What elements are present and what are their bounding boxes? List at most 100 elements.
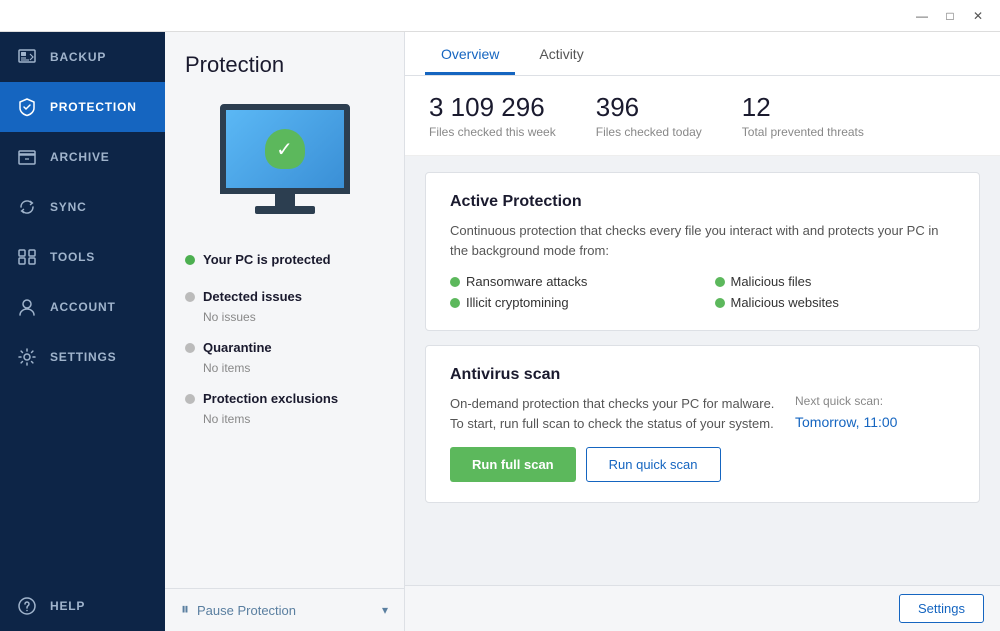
feature-label-cryptomining: Illicit cryptomining [466, 295, 569, 310]
exclusions-label: Protection exclusions [203, 391, 338, 406]
exclusions-group: Protection exclusions No items [185, 385, 384, 430]
help-icon [16, 595, 38, 617]
feature-malicious-files: Malicious files [715, 274, 956, 289]
tab-activity[interactable]: Activity [523, 32, 599, 75]
status-dot-detected [185, 292, 195, 302]
sidebar-item-label-tools: TOOLS [50, 250, 95, 264]
stat-value-files-today: 396 [596, 92, 702, 123]
right-content: Overview Activity 3 109 296 Files checke… [405, 32, 1000, 631]
sidebar-item-help[interactable]: HELP [0, 581, 165, 631]
sidebar-item-label-backup: BACKUP [50, 50, 106, 64]
stats-bar: 3 109 296 Files checked this week 396 Fi… [405, 76, 1000, 156]
stat-prevented: 12 Total prevented threats [742, 92, 864, 139]
page-title: Protection [185, 52, 384, 78]
stat-value-prevented: 12 [742, 92, 864, 123]
sidebar-item-settings[interactable]: SETTINGS [0, 332, 165, 382]
feature-malicious-websites: Malicious websites [715, 295, 956, 310]
feature-label-malicious-websites: Malicious websites [731, 295, 839, 310]
settings-button[interactable]: Settings [899, 594, 984, 623]
sidebar-item-label-archive: ARCHIVE [50, 150, 110, 164]
issues-group: Detected issues No issues [185, 283, 384, 328]
monitor-graphic: ✓ [220, 104, 350, 214]
active-protection-card: Active Protection Continuous protection … [425, 172, 980, 331]
status-item-quarantine: Quarantine [185, 334, 384, 361]
sidebar-item-sync[interactable]: SYNC [0, 182, 165, 232]
cards-container: Active Protection Continuous protection … [405, 156, 1000, 519]
sidebar-item-archive[interactable]: ARCHIVE [0, 132, 165, 182]
buttons-row: Run full scan Run quick scan [450, 447, 775, 482]
monitor-neck [275, 194, 295, 206]
sidebar-item-backup[interactable]: BACKUP [0, 32, 165, 82]
sidebar-item-tools[interactable]: TOOLS [0, 232, 165, 282]
detected-label: Detected issues [203, 289, 302, 304]
status-item-main: Your PC is protected [185, 246, 384, 273]
exclusions-sublabel: No items [185, 412, 384, 430]
sidebar-item-label-sync: SYNC [50, 200, 87, 214]
feature-dot-malicious-files [715, 277, 725, 287]
monitor-screen: ✓ [220, 104, 350, 194]
sidebar-item-label-help: HELP [50, 599, 85, 613]
archive-icon [16, 146, 38, 168]
pause-label: Pause Protection [197, 603, 374, 618]
status-item-detected: Detected issues [185, 283, 384, 310]
next-scan-label: Next quick scan: [795, 394, 883, 408]
stat-files-today: 396 Files checked today [596, 92, 702, 139]
status-dot-exclusions [185, 394, 195, 404]
status-label-main: Your PC is protected [203, 252, 331, 267]
run-full-scan-button[interactable]: Run full scan [450, 447, 576, 482]
settings-bar: Settings [405, 585, 1000, 631]
status-dot-green [185, 255, 195, 265]
active-protection-desc: Continuous protection that checks every … [450, 221, 955, 260]
stat-files-week: 3 109 296 Files checked this week [429, 92, 556, 139]
stat-desc-files-week: Files checked this week [429, 125, 556, 139]
pause-icon: ⏸ [181, 601, 189, 619]
shield-icon: ✓ [265, 129, 305, 169]
backup-icon [16, 46, 38, 68]
antivirus-scan-desc: On-demand protection that checks your PC… [450, 394, 775, 433]
sidebar-item-label-account: ACCOUNT [50, 300, 116, 314]
stat-value-files-week: 3 109 296 [429, 92, 556, 123]
settings-icon [16, 346, 38, 368]
content-area: Protection ✓ Your PC [165, 32, 1000, 631]
feature-label-ransomware: Ransomware attacks [466, 274, 587, 289]
tools-icon [16, 246, 38, 268]
sidebar-bottom: HELP [0, 581, 165, 631]
antivirus-left: On-demand protection that checks your PC… [450, 394, 775, 482]
pause-bar[interactable]: ⏸ Pause Protection ▾ [165, 588, 404, 631]
maximize-button[interactable]: □ [936, 2, 964, 30]
sidebar: BACKUP PROTECTION ARCHIVE [0, 32, 165, 631]
monitor-base [255, 206, 315, 214]
feature-dot-ransomware [450, 277, 460, 287]
sidebar-item-account[interactable]: ACCOUNT [0, 282, 165, 332]
feature-ransomware: Ransomware attacks [450, 274, 691, 289]
main-panel: Protection ✓ Your PC [165, 32, 1000, 631]
sync-icon [16, 196, 38, 218]
status-item-exclusions: Protection exclusions [185, 385, 384, 412]
feature-label-malicious-files: Malicious files [731, 274, 812, 289]
detected-sublabel: No issues [185, 310, 384, 328]
antivirus-card-body: On-demand protection that checks your PC… [450, 394, 955, 482]
next-scan-time: Tomorrow, 11:00 [795, 414, 897, 430]
pause-chevron-icon: ▾ [382, 603, 388, 617]
quarantine-group: Quarantine No items [185, 334, 384, 379]
sidebar-item-protection[interactable]: PROTECTION [0, 82, 165, 132]
antivirus-scan-card: Antivirus scan On-demand protection that… [425, 345, 980, 503]
run-quick-scan-button[interactable]: Run quick scan [586, 447, 721, 482]
quarantine-sublabel: No items [185, 361, 384, 379]
active-protection-title: Active Protection [450, 193, 955, 211]
close-button[interactable]: ✕ [964, 2, 992, 30]
minimize-button[interactable]: — [908, 2, 936, 30]
protection-icon [16, 96, 38, 118]
tab-overview[interactable]: Overview [425, 32, 515, 75]
stat-desc-prevented: Total prevented threats [742, 125, 864, 139]
status-dot-quarantine [185, 343, 195, 353]
pc-image: ✓ [165, 94, 404, 234]
app-body: BACKUP PROTECTION ARCHIVE [0, 32, 1000, 631]
features-grid: Ransomware attacks Malicious files Illic… [450, 274, 955, 310]
account-icon [16, 296, 38, 318]
antivirus-scan-title: Antivirus scan [450, 366, 955, 384]
title-bar: — □ ✕ [0, 0, 1000, 32]
feature-cryptomining: Illicit cryptomining [450, 295, 691, 310]
quarantine-label: Quarantine [203, 340, 272, 355]
stat-desc-files-today: Files checked today [596, 125, 702, 139]
